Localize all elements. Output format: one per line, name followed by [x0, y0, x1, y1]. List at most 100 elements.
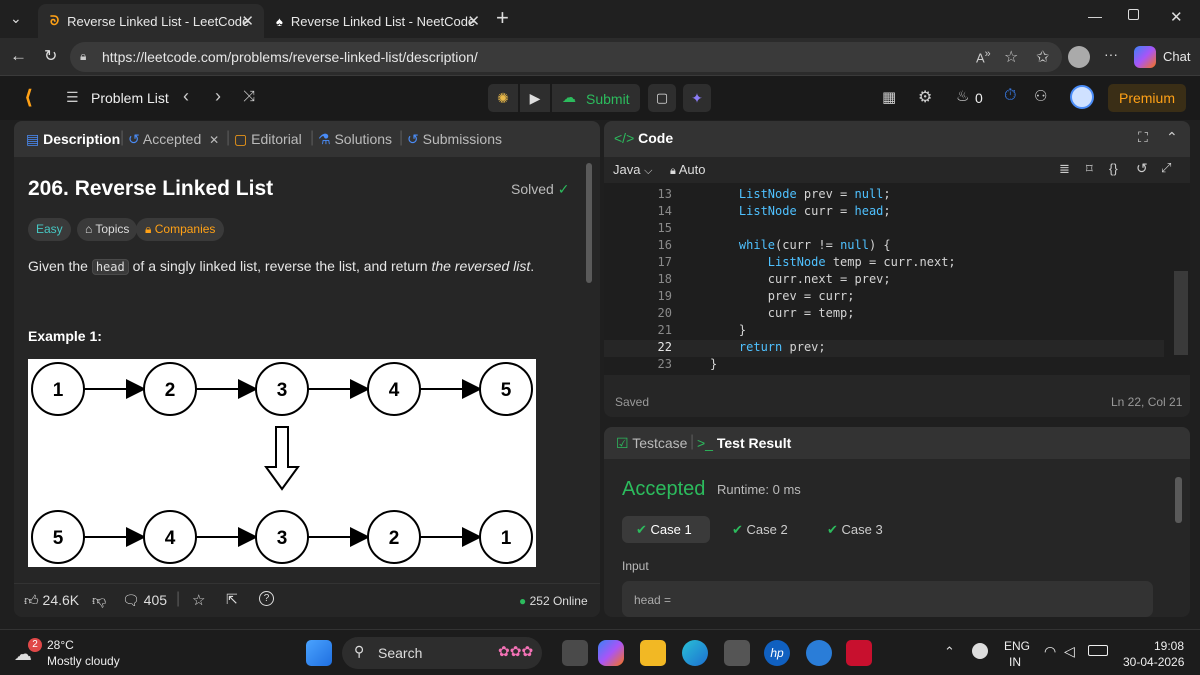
- test-result-panel: ☑ Testcase | >_ Test Result Accepted Run…: [604, 427, 1190, 617]
- url-text: https://leetcode.com/problems/reverse-li…: [102, 49, 478, 65]
- input-value-box: head =: [622, 581, 1153, 617]
- lang-primary[interactable]: ENG: [1004, 639, 1030, 653]
- more-menu-icon[interactable]: ···: [1104, 46, 1118, 62]
- close-icon[interactable]: ✕: [467, 12, 480, 30]
- battery-icon[interactable]: [1088, 645, 1108, 656]
- shuffle-icon[interactable]: ⤨: [243, 88, 255, 105]
- hp-app-icon[interactable]: hp: [764, 640, 790, 666]
- help-icon[interactable]: ?: [259, 591, 274, 606]
- tray-chevron-icon[interactable]: ⌃: [944, 644, 955, 660]
- edge-browser-icon[interactable]: [682, 640, 708, 666]
- lang-secondary[interactable]: IN: [1009, 655, 1021, 669]
- case-3-tab[interactable]: ✔ Case 3: [827, 516, 883, 543]
- copilot-app-icon[interactable]: [598, 640, 624, 666]
- format-icon[interactable]: ≣: [1059, 161, 1070, 177]
- topics-tag[interactable]: ⌂ Topics: [77, 218, 138, 241]
- debug-button[interactable]: ✺: [488, 84, 518, 112]
- start-windows-icon[interactable]: [306, 640, 332, 666]
- tab-testcase[interactable]: ☑ Testcase: [616, 435, 687, 452]
- support-app-icon[interactable]: [806, 640, 832, 666]
- premium-button[interactable]: Premium: [1108, 84, 1186, 112]
- restore-icon[interactable]: [1128, 9, 1139, 20]
- chat-label[interactable]: Chat: [1163, 49, 1190, 64]
- editor-scrollbar[interactable]: [1174, 271, 1188, 355]
- close-icon[interactable]: ✕: [209, 133, 219, 147]
- bookmark-icon[interactable]: ⌑: [1086, 161, 1093, 177]
- add-friend-icon[interactable]: ⚇: [1034, 87, 1047, 105]
- close-icon[interactable]: ✕: [241, 12, 254, 30]
- next-problem-icon[interactable]: ›: [215, 86, 221, 107]
- address-bar[interactable]: 🔒︎ https://leetcode.com/problems/reverse…: [70, 42, 1062, 72]
- tab-accepted[interactable]: ↺ Accepted ✕: [128, 131, 219, 148]
- mcafee-icon[interactable]: [846, 640, 872, 666]
- braces-icon[interactable]: {}: [1109, 161, 1118, 176]
- line-text: curr = temp;: [710, 306, 855, 320]
- reset-icon[interactable]: ↺: [1136, 160, 1148, 177]
- node-label: 4: [389, 380, 400, 401]
- language-select[interactable]: Java ⌵: [613, 162, 652, 178]
- favorites-icon[interactable]: ✩: [1036, 47, 1049, 67]
- file-explorer-icon[interactable]: [640, 640, 666, 666]
- comments-button[interactable]: 🗨︎ 405: [122, 592, 167, 609]
- code-title: </> Code: [614, 130, 674, 146]
- leetcode-logo-icon[interactable]: ⟨: [24, 85, 33, 110]
- expand-icon[interactable]: ⤢: [1161, 160, 1171, 176]
- share-icon[interactable]: ⇱: [226, 591, 238, 608]
- site-info-icon[interactable]: 🔒︎: [80, 49, 86, 64]
- streak-fire-icon[interactable]: ♨: [956, 87, 969, 105]
- dislike-icon[interactable]: 👎︎: [92, 592, 106, 609]
- prev-problem-icon[interactable]: ‹: [183, 86, 189, 107]
- collapse-icon[interactable]: ⌃: [1166, 129, 1178, 146]
- line-text: ListNode prev = null;: [738, 187, 891, 201]
- tab-solutions[interactable]: ⚗ Solutions: [318, 131, 392, 148]
- user-avatar[interactable]: [1070, 85, 1094, 109]
- line-number: 18: [657, 272, 672, 286]
- copilot-icon[interactable]: [1134, 46, 1156, 68]
- tab-leetcode[interactable]: ᘐ Reverse Linked List - LeetCode ✕: [38, 4, 264, 38]
- input-label: Input: [622, 559, 649, 573]
- store-icon[interactable]: [724, 640, 750, 666]
- tab-test-result[interactable]: >_ Test Result: [697, 435, 791, 451]
- problem-list-link[interactable]: Problem List: [91, 90, 169, 106]
- wifi-icon[interactable]: ◠: [1044, 643, 1056, 660]
- notes-icon[interactable]: ▢: [648, 84, 676, 112]
- run-button[interactable]: ▶: [520, 84, 550, 112]
- favorite-star-icon[interactable]: ☆: [1004, 47, 1018, 67]
- result-scrollbar[interactable]: [1175, 477, 1182, 523]
- problem-description: Given the head of a singly linked list, …: [28, 258, 535, 275]
- tab-description[interactable]: ▤ Description: [26, 131, 120, 148]
- clock-date[interactable]: 30-04-2026: [1123, 655, 1184, 669]
- ai-sparkle-icon[interactable]: ✦: [683, 84, 711, 112]
- profile-avatar[interactable]: [1068, 46, 1090, 68]
- task-view-icon[interactable]: [562, 640, 588, 666]
- maximize-icon[interactable]: ⛶: [1138, 129, 1148, 146]
- settings-gear-icon[interactable]: ⚙: [918, 87, 932, 107]
- layout-grid-icon[interactable]: ▦: [882, 88, 896, 106]
- tab-editorial[interactable]: ▢ Editorial: [234, 131, 302, 148]
- clock-time[interactable]: 19:08: [1154, 639, 1184, 653]
- tab-neetcode[interactable]: ♠ Reverse Linked List - NeetCode ✕: [264, 4, 490, 38]
- description-scrollbar[interactable]: [586, 163, 592, 283]
- inline-code-head: head: [91, 259, 129, 275]
- tray-app-icon[interactable]: [972, 643, 988, 659]
- submit-button[interactable]: ☁ Submit: [552, 84, 640, 112]
- taskbar-search[interactable]: ⚲ Search ✿✿✿: [342, 637, 542, 669]
- weather-widget[interactable]: ☁ 2 28°C Mostly cloudy: [14, 636, 134, 672]
- timer-icon[interactable]: ⏱: [1004, 87, 1016, 105]
- tab-submissions[interactable]: ↺ Submissions: [407, 131, 502, 148]
- tab-list-chevron-icon[interactable]: ⌄: [10, 10, 22, 27]
- case-2-tab[interactable]: ✔ Case 2: [732, 516, 788, 543]
- code-editor[interactable]: 13 ListNode prev = null; 14 ListNode curr…: [604, 183, 1190, 375]
- minimize-icon[interactable]: —: [1088, 8, 1102, 24]
- star-icon[interactable]: ☆: [192, 591, 205, 609]
- auto-mode[interactable]: 🔒︎ Auto: [670, 162, 706, 178]
- back-icon[interactable]: ←: [10, 46, 27, 66]
- read-aloud-icon[interactable]: A»: [976, 48, 991, 65]
- new-tab-button[interactable]: +: [496, 5, 509, 31]
- refresh-icon[interactable]: ↻: [44, 46, 57, 66]
- like-button[interactable]: 👍︎ 24.6K: [24, 592, 79, 609]
- volume-icon[interactable]: ◁: [1064, 643, 1075, 660]
- companies-tag[interactable]: 🔒︎ Companies: [136, 218, 225, 241]
- case-1-tab[interactable]: ✔ Case 1: [622, 516, 710, 543]
- window-close-icon[interactable]: ✕: [1170, 8, 1183, 26]
